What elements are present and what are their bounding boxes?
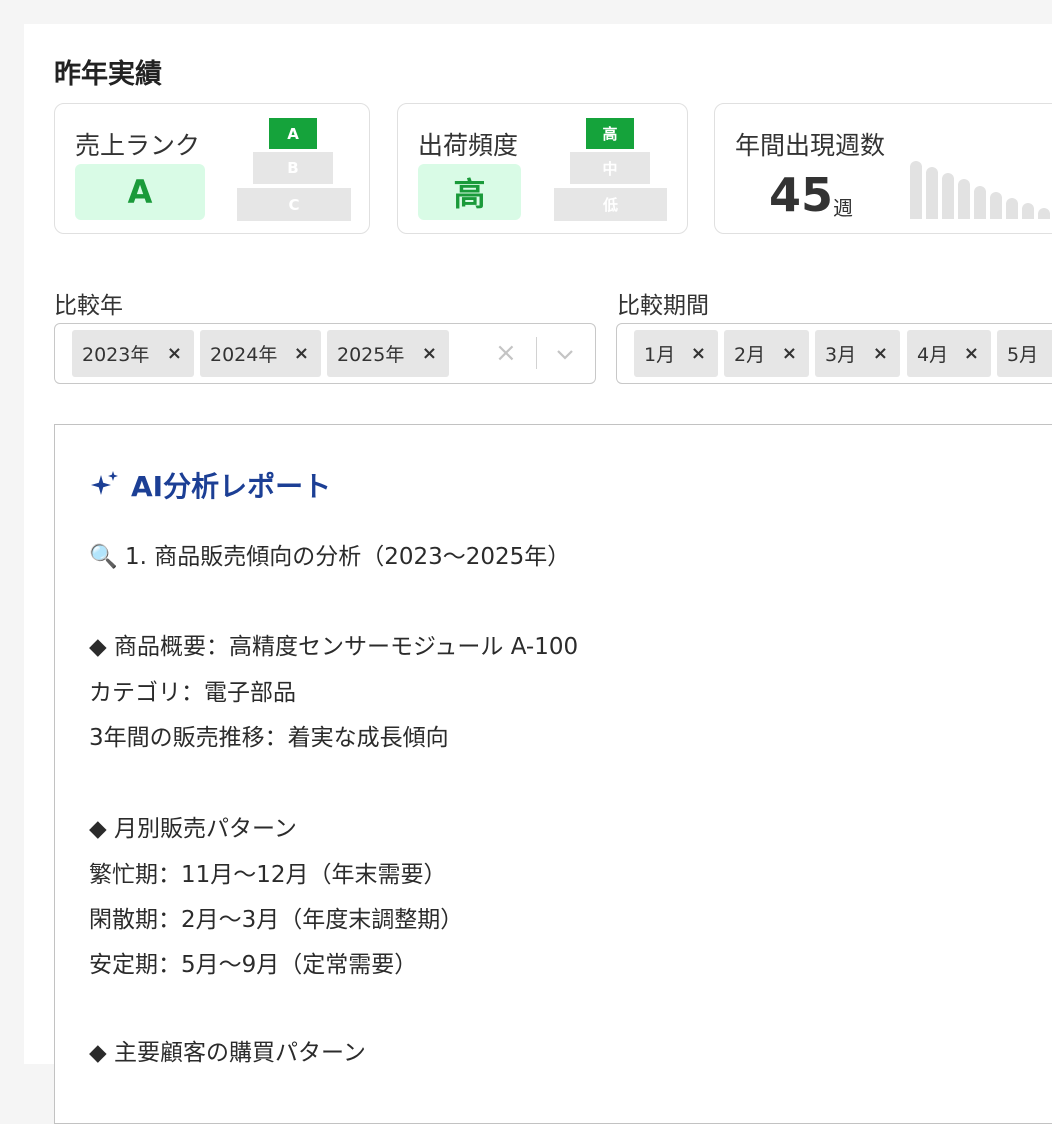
period-chip-5: 5月 × (997, 330, 1052, 377)
close-icon[interactable]: × (964, 343, 979, 364)
chip-label: 1月 (644, 344, 676, 366)
rank-level-b: B (253, 152, 333, 184)
chip-label: 2024年 (210, 344, 278, 366)
compare-year-label: 比較年 (54, 293, 123, 319)
period-chip-3: 3月 × (815, 330, 900, 377)
clear-all-icon[interactable]: × (495, 338, 517, 368)
close-icon[interactable]: × (167, 343, 182, 364)
report-line: 閑散期：2月～3月（年度末調整期） (89, 907, 464, 933)
rank-level-c: C (237, 188, 351, 221)
close-icon[interactable]: × (294, 343, 309, 364)
close-icon[interactable]: × (422, 343, 437, 364)
ai-report-box: AI分析レポート 🔍 1. 商品販売傾向の分析（2023～2025年） ◆ 商品… (54, 424, 1052, 1124)
compare-period-label: 比較期間 (617, 293, 709, 319)
sparkle-icon (91, 471, 118, 495)
shipping-frequency-value: 高 (418, 164, 521, 220)
ai-report-header: AI分析レポート (89, 465, 331, 505)
shipping-frequency-label: 出荷頻度 (418, 131, 519, 160)
chip-label: 5月 (1007, 344, 1039, 366)
compare-period-select[interactable]: 1月 × 2月 × 3月 × 4月 × 5月 × (616, 323, 1052, 384)
chip-label: 2023年 (82, 344, 150, 366)
year-chip-2023: 2023年 × (72, 330, 194, 377)
ai-report-title: AI分析レポート (131, 470, 332, 503)
chip-label: 4月 (917, 344, 949, 366)
annual-weeks-unit: 週 (833, 196, 853, 220)
report-line: ◆ 月別販売パターン (89, 816, 297, 842)
rank-level-a: A (269, 118, 317, 149)
spark-bar (1006, 198, 1018, 219)
period-chip-4: 4月 × (907, 330, 991, 377)
freq-level-low: 低 (554, 188, 667, 221)
report-line: 安定期：5月～9月（定常需要） (89, 952, 418, 978)
freq-level-mid: 中 (570, 152, 650, 184)
sales-rank-card: 売上ランク A A B C (54, 103, 370, 234)
annual-weeks-label: 年間出現週数 (735, 131, 886, 160)
annual-weeks-value: 45 (769, 168, 834, 222)
report-line: ◆ 商品概要：高精度センサーモジュール A-100 (89, 634, 579, 660)
year-chip-2025: 2025年 × (327, 330, 449, 377)
chevron-down-icon[interactable] (553, 342, 577, 366)
spark-bar (910, 161, 922, 219)
spark-bar (958, 179, 970, 219)
sales-rank-label: 売上ランク (75, 131, 201, 160)
chip-label: 3月 (825, 344, 857, 366)
close-icon[interactable]: × (691, 343, 706, 364)
annual-weeks-card: 年間出現週数 45 週 (714, 103, 1052, 234)
close-icon[interactable]: × (782, 343, 797, 364)
spark-bar (990, 192, 1002, 219)
chip-label: 2025年 (337, 344, 405, 366)
main-panel: 昨年実績 売上ランク A A B C 出荷頻度 高 高 中 低 年間出現週数 4… (24, 24, 1052, 1124)
report-line-heading: 🔍 1. 商品販売傾向の分析（2023～2025年） (89, 544, 571, 570)
period-chip-1: 1月 × (634, 330, 718, 377)
compare-year-select[interactable]: 2023年 × 2024年 × 2025年 × × (54, 323, 596, 384)
spark-bar (1022, 203, 1034, 219)
report-line: 繁忙期：11月～12月（年末需要） (89, 862, 447, 888)
report-line: 3年間の販売推移：着実な成長傾向 (89, 725, 449, 751)
sales-rank-value: A (75, 164, 205, 220)
shipping-frequency-card: 出荷頻度 高 高 中 低 (397, 103, 688, 234)
spark-bar (974, 186, 986, 219)
report-line: ◆ 主要顧客の購買パターン (89, 1040, 366, 1066)
year-chip-2024: 2024年 × (200, 330, 321, 377)
freq-level-high: 高 (586, 118, 634, 149)
section-title: 昨年実績 (54, 59, 162, 90)
report-line: カテゴリ：電子部品 (89, 680, 296, 706)
select-separator (536, 337, 537, 369)
spark-bar (926, 167, 938, 219)
chip-label: 2月 (734, 344, 766, 366)
period-chip-2: 2月 × (724, 330, 809, 377)
spark-bar (1038, 208, 1050, 219)
close-icon[interactable]: × (873, 343, 888, 364)
spark-bar (942, 173, 954, 219)
